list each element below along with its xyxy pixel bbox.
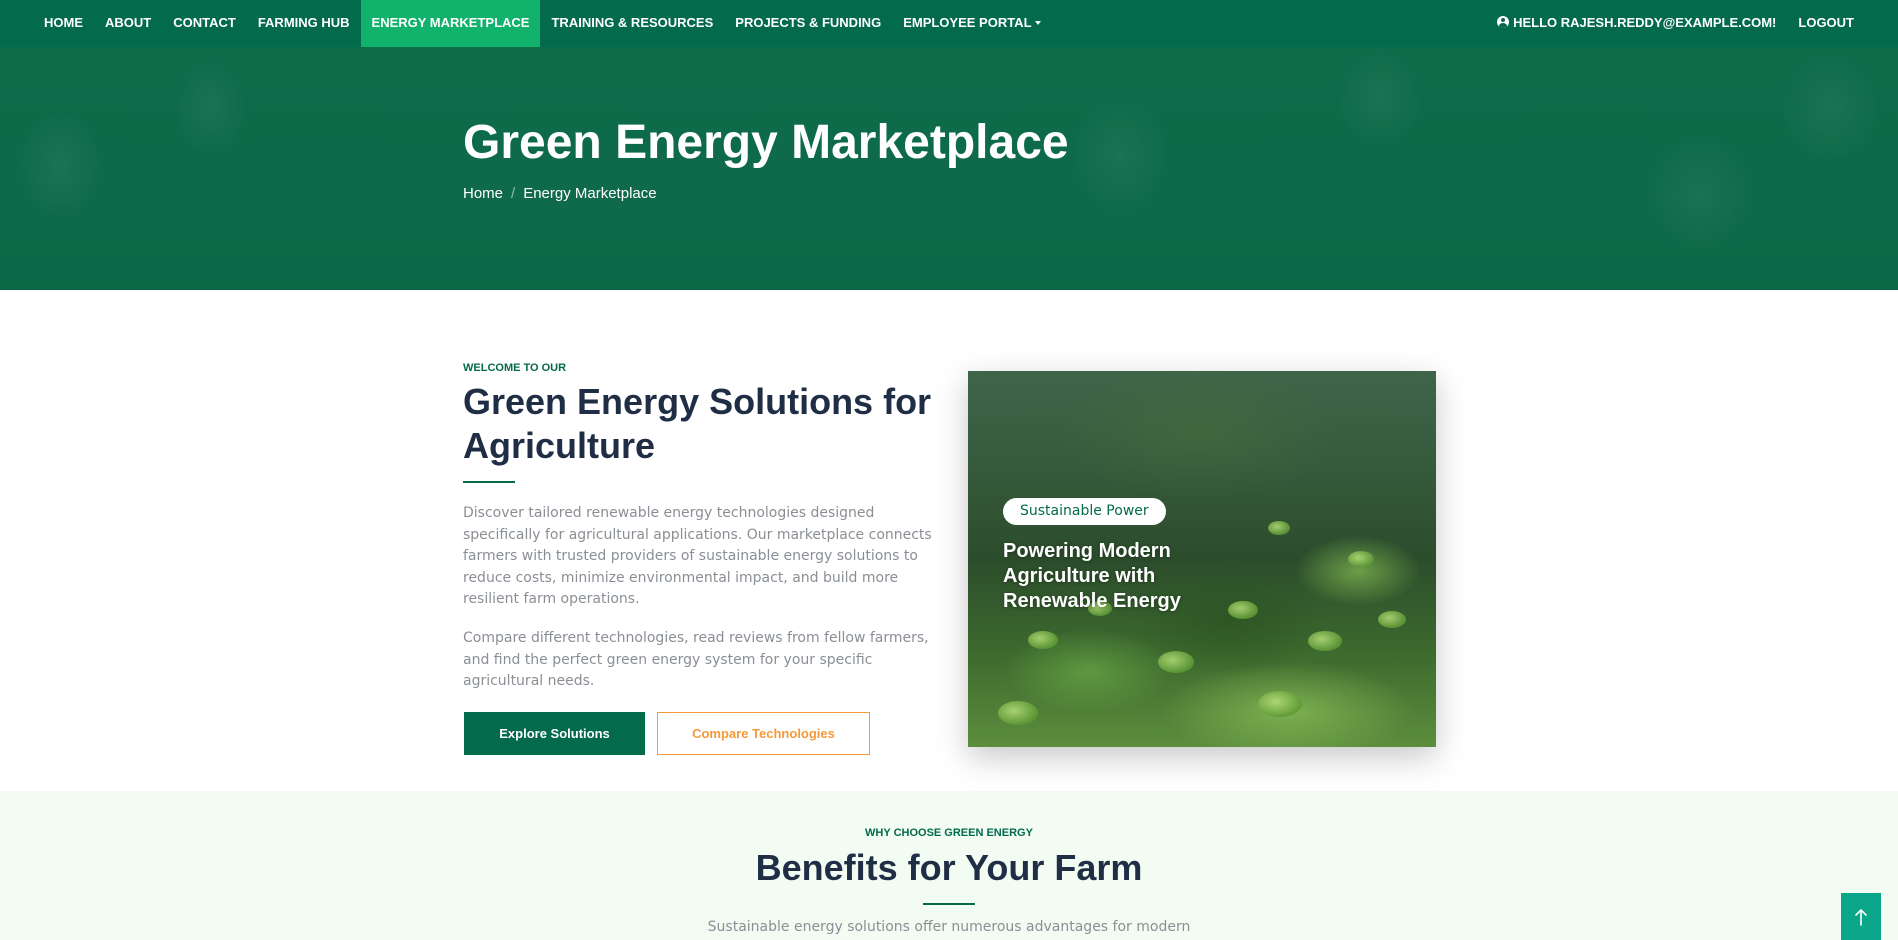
page-title: Green Energy Marketplace [463, 116, 1069, 169]
caret-down-icon [1034, 20, 1041, 25]
user-menu: HELLO RAJESH.REDDY@EXAMPLE.COM! LOGOUT [1486, 0, 1865, 47]
seedling-decor [1268, 521, 1290, 535]
seedling-decor [1258, 691, 1302, 717]
nav-training-resources[interactable]: TRAINING & RESOURCES [540, 0, 724, 47]
seedling-decor [1028, 631, 1058, 649]
logout-link[interactable]: LOGOUT [1787, 0, 1865, 47]
seedling-decor [1158, 651, 1194, 673]
about-divider [463, 481, 515, 483]
card-title: Powering Modern Agriculture with Renewab… [1003, 540, 1181, 612]
breadcrumb-separator: / [511, 185, 516, 202]
page-hero: Green Energy Marketplace Home / Energy Mar… [0, 47, 1898, 290]
nav-farming-hub[interactable]: FARMING HUB [247, 0, 361, 47]
nav-energy-marketplace[interactable]: ENERGY MARKETPLACE [360, 0, 541, 47]
back-to-top-button[interactable] [1841, 893, 1881, 940]
about-kicker: WELCOME TO OUR [463, 362, 567, 374]
breadcrumb-home[interactable]: Home [463, 185, 503, 202]
nav-employee-portal[interactable]: EMPLOYEE PORTAL [892, 0, 1051, 47]
about-paragraph-2: Compare different technologies, read rev… [463, 630, 929, 690]
breadcrumb-current: Energy Marketplace [523, 185, 657, 202]
nav-employee-portal-label: EMPLOYEE PORTAL [903, 15, 1032, 30]
benefits-description: Sustainable energy solutions offer numer… [707, 919, 1191, 935]
nav-projects-funding[interactable]: PROJECTS & FUNDING [724, 0, 892, 47]
main-menu: HOME ABOUT CONTACT FARMING HUB ENERGY MA… [33, 0, 1052, 47]
user-greeting-label: HELLO RAJESH.REDDY@EXAMPLE.COM! [1513, 15, 1777, 30]
about-title: Green Energy Solutions for Agriculture [463, 381, 932, 466]
benefits-divider [923, 903, 975, 905]
seedling-decor [998, 701, 1038, 725]
user-circle-icon [1497, 16, 1510, 29]
seedling-decor [1378, 611, 1406, 628]
benefits-section: WHY CHOOSE GREEN ENERGY Benefits for You… [0, 791, 1898, 940]
top-navbar: HOME ABOUT CONTACT FARMING HUB ENERGY MA… [0, 0, 1898, 47]
benefits-kicker: WHY CHOOSE GREEN ENERGY [865, 827, 1033, 839]
seedling-decor [1348, 551, 1374, 567]
explore-solutions-button[interactable]: Explore Solutions [464, 712, 645, 755]
card-tag: Sustainable Power [1003, 498, 1166, 525]
compare-technologies-button[interactable]: Compare Technologies [657, 712, 870, 755]
nav-home[interactable]: HOME [33, 0, 94, 47]
benefits-title: Benefits for Your Farm [755, 847, 1143, 888]
nav-about[interactable]: ABOUT [94, 0, 162, 47]
seedling-decor [1308, 631, 1342, 651]
about-paragraph-1: Discover tailored renewable energy techn… [463, 505, 932, 608]
breadcrumb: Home / Energy Marketplace [463, 185, 657, 202]
seedling-decor [1228, 601, 1258, 619]
nav-contact[interactable]: CONTACT [162, 0, 247, 47]
arrow-up-icon [1855, 908, 1867, 926]
feature-image-card: Sustainable Power Powering Modern Agricu… [968, 371, 1436, 747]
user-greeting[interactable]: HELLO RAJESH.REDDY@EXAMPLE.COM! [1486, 0, 1787, 47]
